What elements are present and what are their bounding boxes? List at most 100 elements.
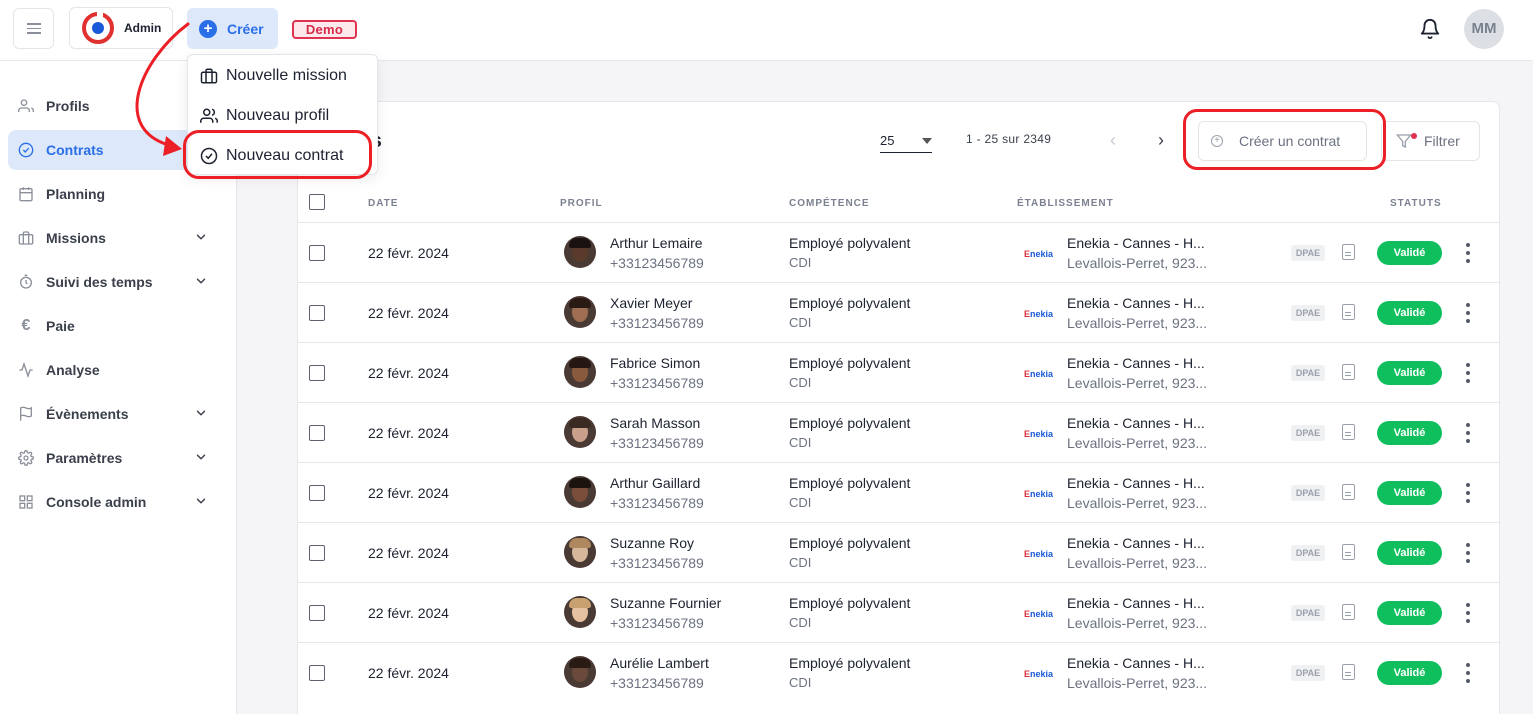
profile-name[interactable]: Xavier Meyer (610, 295, 692, 311)
sidebar-item[interactable]: Console admin (8, 482, 228, 522)
establishment-name[interactable]: Enekia - Cannes - H... (1067, 475, 1205, 491)
per-page-select[interactable]: 25 (880, 129, 932, 153)
profile-name[interactable]: Suzanne Roy (610, 535, 694, 551)
per-page-value: 25 (880, 133, 895, 148)
establishment-name[interactable]: Enekia - Cannes - H... (1067, 295, 1205, 311)
chevron-down-icon[interactable] (194, 450, 208, 464)
profile-name[interactable]: Arthur Lemaire (610, 235, 703, 251)
menu-item-new-profile[interactable]: Nouveau profil (200, 106, 329, 126)
sidebar-item[interactable]: Planning (8, 174, 228, 214)
profile-avatar[interactable] (564, 356, 596, 388)
document-icon[interactable] (1342, 424, 1355, 440)
more-options-icon[interactable] (1465, 603, 1471, 623)
dpae-badge[interactable]: DPAE (1291, 545, 1325, 561)
dpae-badge[interactable]: DPAE (1291, 245, 1325, 261)
row-checkbox[interactable] (309, 365, 325, 381)
menu-item-label: Nouvelle mission (226, 67, 347, 84)
dpae-badge[interactable]: DPAE (1291, 665, 1325, 681)
profile-name[interactable]: Arthur Gaillard (610, 475, 700, 491)
contract-type: CDI (789, 435, 812, 450)
select-all-checkbox[interactable] (309, 194, 325, 210)
dpae-badge[interactable]: DPAE (1291, 425, 1325, 441)
profile-name[interactable]: Fabrice Simon (610, 355, 700, 371)
dpae-badge[interactable]: DPAE (1291, 485, 1325, 501)
profile-avatar[interactable] (564, 236, 596, 268)
document-icon[interactable] (1342, 664, 1355, 680)
more-options-icon[interactable] (1465, 483, 1471, 503)
document-icon[interactable] (1342, 484, 1355, 500)
table-row[interactable]: 22 févr. 2024 Aurélie Lambert +33123456789… (298, 642, 1499, 702)
sidebar-item[interactable]: Analyse (8, 350, 228, 390)
create-button[interactable]: + Créer (187, 8, 278, 49)
row-checkbox[interactable] (309, 665, 325, 681)
competence: Employé polyvalent (789, 415, 911, 431)
profile-avatar[interactable] (564, 536, 596, 568)
sidebar-item[interactable]: Suivi des temps (8, 262, 228, 302)
chevron-down-icon[interactable] (194, 406, 208, 420)
row-checkbox[interactable] (309, 545, 325, 561)
row-checkbox[interactable] (309, 425, 325, 441)
establishment-name[interactable]: Enekia - Cannes - H... (1067, 355, 1205, 371)
column-header-profile[interactable]: PROFIL (560, 198, 603, 209)
document-icon[interactable] (1342, 304, 1355, 320)
row-checkbox[interactable] (309, 245, 325, 261)
profile-avatar[interactable] (564, 296, 596, 328)
dpae-badge[interactable]: DPAE (1291, 305, 1325, 321)
profile-name[interactable]: Suzanne Fournier (610, 595, 721, 611)
table-row[interactable]: 22 févr. 2024 Xavier Meyer +33123456789 Emp… (298, 282, 1499, 342)
establishment-name[interactable]: Enekia - Cannes - H... (1067, 235, 1205, 251)
column-header-competence[interactable]: COMPÉTENCE (789, 198, 870, 209)
chevron-down-icon[interactable] (194, 274, 208, 288)
more-options-icon[interactable] (1465, 423, 1471, 443)
filter-button[interactable]: Filtrer (1381, 121, 1480, 161)
chevron-down-icon[interactable] (194, 494, 208, 508)
table-row[interactable]: 22 févr. 2024 Suzanne Fournier +3312345678… (298, 582, 1499, 642)
profile-avatar[interactable] (564, 656, 596, 688)
document-icon[interactable] (1342, 244, 1355, 260)
establishment-name[interactable]: Enekia - Cannes - H... (1067, 655, 1205, 671)
column-header-date[interactable]: DATE (368, 198, 398, 209)
brand-switcher[interactable]: Admin (69, 7, 173, 49)
profile-avatar[interactable] (564, 476, 596, 508)
column-header-establishment[interactable]: ÉTABLISSEMENT (1017, 198, 1114, 209)
table-row[interactable]: 22 févr. 2024 Sarah Masson +33123456789 Emp… (298, 402, 1499, 462)
chevron-down-icon[interactable] (194, 230, 208, 244)
profile-name[interactable]: Sarah Masson (610, 415, 700, 431)
menu-item-new-mission[interactable]: Nouvelle mission (200, 66, 347, 86)
row-checkbox[interactable] (309, 305, 325, 321)
menu-toggle-button[interactable] (13, 8, 54, 49)
establishment-name[interactable]: Enekia - Cannes - H... (1067, 415, 1205, 431)
bell-icon[interactable] (1419, 17, 1441, 41)
table-row[interactable]: 22 févr. 2024 Arthur Lemaire +33123456789 E… (298, 222, 1499, 282)
profile-avatar[interactable] (564, 416, 596, 448)
table-row[interactable]: 22 févr. 2024 Suzanne Roy +33123456789 Empl… (298, 522, 1499, 582)
more-options-icon[interactable] (1465, 303, 1471, 323)
status-badge: Validé (1377, 361, 1442, 385)
sidebar-item[interactable]: Missions (8, 218, 228, 258)
more-options-icon[interactable] (1465, 543, 1471, 563)
row-checkbox[interactable] (309, 485, 325, 501)
more-options-icon[interactable] (1465, 663, 1471, 683)
document-icon[interactable] (1342, 364, 1355, 380)
row-checkbox[interactable] (309, 605, 325, 621)
table-row[interactable]: 22 févr. 2024 Fabrice Simon +33123456789 Em… (298, 342, 1499, 402)
user-avatar[interactable]: MM (1464, 9, 1504, 49)
chevron-right-icon[interactable]: › (1158, 130, 1164, 151)
document-icon[interactable] (1342, 544, 1355, 560)
dpae-badge[interactable]: DPAE (1291, 605, 1325, 621)
more-options-icon[interactable] (1465, 243, 1471, 263)
column-header-status[interactable]: STATUTS (1390, 198, 1442, 209)
dpae-badge[interactable]: DPAE (1291, 365, 1325, 381)
sidebar-item[interactable]: Paramètres (8, 438, 228, 478)
sidebar-item[interactable]: Évènements (8, 394, 228, 434)
more-options-icon[interactable] (1465, 363, 1471, 383)
establishment-name[interactable]: Enekia - Cannes - H... (1067, 535, 1205, 551)
establishment-name[interactable]: Enekia - Cannes - H... (1067, 595, 1205, 611)
avatar-hair (569, 298, 591, 308)
chevron-left-icon[interactable]: ‹ (1110, 130, 1116, 151)
sidebar-item[interactable]: € Paie (8, 306, 228, 346)
profile-avatar[interactable] (564, 596, 596, 628)
profile-name[interactable]: Aurélie Lambert (610, 655, 709, 671)
table-row[interactable]: 22 févr. 2024 Arthur Gaillard +33123456789… (298, 462, 1499, 522)
document-icon[interactable] (1342, 604, 1355, 620)
